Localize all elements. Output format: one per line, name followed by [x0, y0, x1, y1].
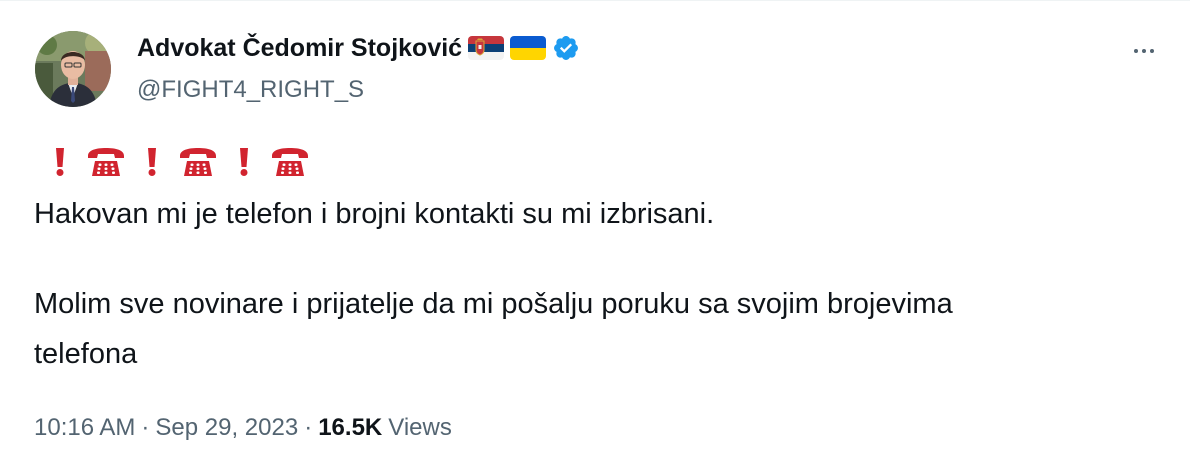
ukraine-flag-icon: [510, 36, 547, 60]
avatar-photo: [35, 31, 111, 107]
telephone-icon: [268, 147, 312, 177]
tweet-card: Advokat Čedomir Stojković @FIGHT4_RIGHT_…: [0, 0, 1190, 464]
more-dot-icon: [1134, 49, 1138, 53]
more-dot-icon: [1150, 49, 1154, 53]
tweet-text-line: Molim sve novinare i prijatelje da mi po…: [34, 288, 953, 320]
author-row: Advokat Čedomir Stojković: [137, 33, 580, 63]
serbia-flag-icon: [468, 36, 505, 60]
exclamation-icon: [130, 147, 174, 177]
exclamation-icon: [222, 147, 266, 177]
exclamation-icon: [38, 147, 82, 177]
tweet-text-line: telefona: [34, 338, 138, 370]
meta-separator: ·: [141, 414, 150, 441]
tweet-date[interactable]: Sep 29, 2023: [155, 413, 298, 443]
telephone-icon: [84, 147, 128, 177]
author-handle[interactable]: @FIGHT4_RIGHT_S: [137, 75, 364, 105]
more-dot-icon: [1142, 49, 1146, 53]
author-name[interactable]: Advokat Čedomir Stojković: [137, 33, 462, 63]
emoji-row: [38, 147, 312, 177]
tweet-meta: 10:16 AM · Sep 29, 2023 · 16.5K Views: [34, 413, 452, 443]
tweet-text-line: Hakovan mi je telefon i brojni kontakti …: [34, 198, 715, 230]
views-count: 16.5K: [318, 414, 383, 441]
telephone-icon: [176, 147, 220, 177]
meta-separator: ·: [304, 414, 313, 441]
avatar[interactable]: [35, 31, 111, 107]
tweet-time[interactable]: 10:16 AM: [34, 413, 135, 443]
verified-badge-icon[interactable]: [552, 34, 580, 62]
views-label: Views: [388, 414, 452, 441]
more-options-button[interactable]: [1124, 37, 1164, 65]
